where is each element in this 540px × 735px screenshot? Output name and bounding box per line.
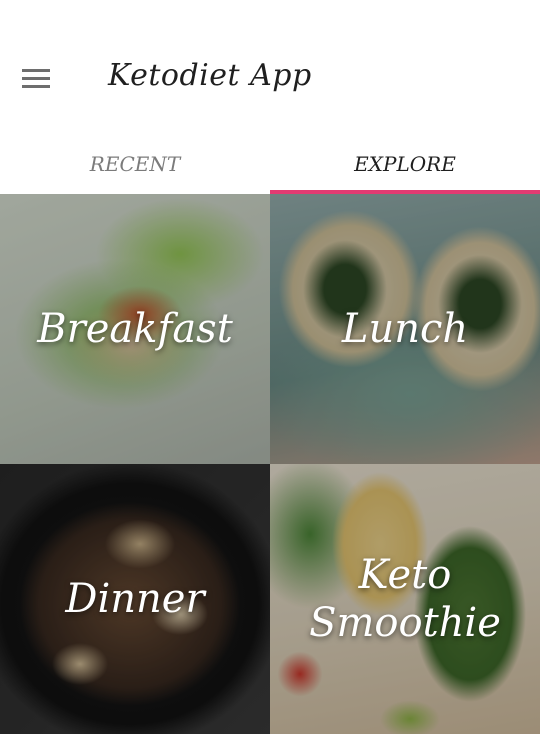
app-title: Ketodiet App	[108, 58, 312, 93]
app-bar: Ketodiet App	[0, 0, 540, 135]
category-tile-breakfast[interactable]: Breakfast	[0, 194, 270, 464]
category-label-breakfast: Breakfast	[37, 306, 233, 352]
category-grid: Breakfast Lunch Dinner Keto Smoothie	[0, 194, 540, 735]
category-tile-lunch[interactable]: Lunch	[270, 194, 540, 464]
category-label-keto-smoothie: Keto Smoothie	[309, 552, 501, 646]
category-label-lunch: Lunch	[341, 306, 469, 352]
hamburger-menu-icon	[22, 69, 50, 88]
tab-explore[interactable]: EXPLORE	[270, 135, 540, 193]
menu-button[interactable]	[14, 60, 58, 100]
tab-recent[interactable]: RECENT	[0, 135, 270, 193]
tab-bar: RECENT EXPLORE	[0, 135, 540, 194]
category-label-dinner: Dinner	[65, 576, 205, 622]
category-tile-dinner[interactable]: Dinner	[0, 464, 270, 734]
category-tile-keto-smoothie[interactable]: Keto Smoothie	[270, 464, 540, 734]
